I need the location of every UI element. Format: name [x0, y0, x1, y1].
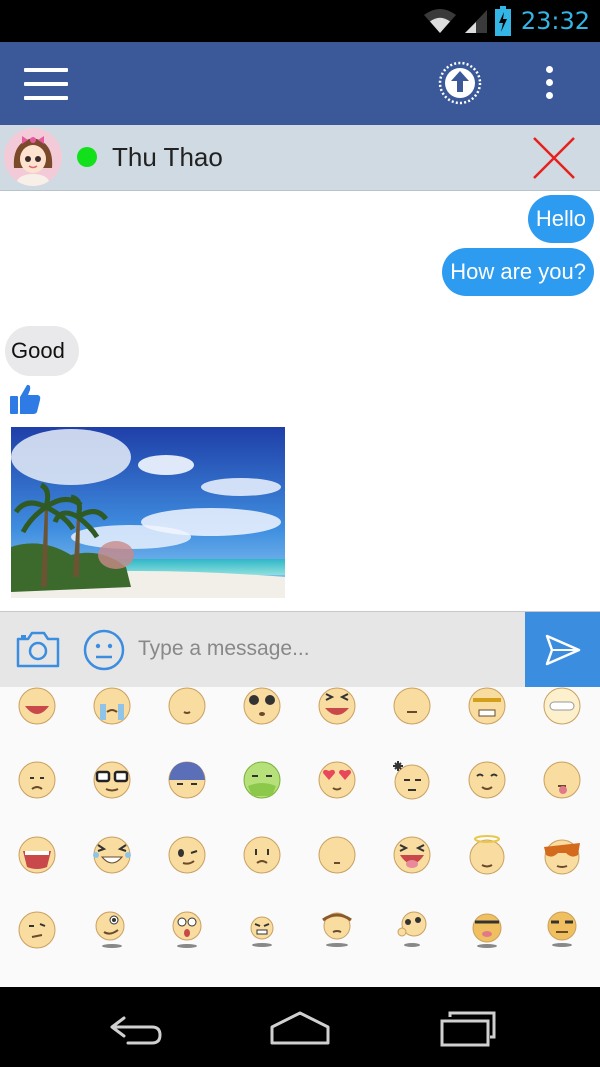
smiley-icon[interactable]: [83, 629, 125, 671]
heart-eyes-emoji-icon[interactable]: [317, 760, 357, 800]
overflow-menu-icon[interactable]: [538, 66, 560, 102]
hamburger-icon[interactable]: [24, 68, 68, 102]
incoming-message: Good: [5, 326, 79, 376]
smile-emoji-icon[interactable]: [467, 760, 507, 800]
frown-emoji-icon[interactable]: [242, 835, 282, 875]
cell-signal-icon: [464, 10, 487, 33]
outgoing-message: Hello: [527, 195, 594, 243]
online-status-dot: [77, 147, 97, 167]
angry-vein-emoji-icon[interactable]: [392, 760, 432, 800]
back-icon[interactable]: [104, 1007, 168, 1047]
angel-emoji-icon[interactable]: [467, 835, 507, 875]
send-button[interactable]: [525, 612, 600, 687]
recent-apps-icon[interactable]: [436, 1007, 500, 1047]
status-icons: 23:32: [423, 4, 590, 38]
upload-circle-icon[interactable]: [438, 61, 482, 105]
thinking-emoji-icon[interactable]: [392, 910, 432, 950]
avatar-illustration: [4, 128, 62, 186]
beach-photo[interactable]: [11, 427, 285, 598]
cool-sunglasses-emoji-icon[interactable]: [542, 835, 582, 875]
neutral-emoji-icon[interactable]: [392, 687, 432, 726]
pouting-emoji-icon[interactable]: [317, 910, 357, 950]
grinning-teeth-emoji-icon[interactable]: [542, 687, 582, 726]
system-nav-bar: [0, 987, 600, 1067]
send-icon: [545, 634, 581, 666]
pointing-emoji-icon[interactable]: [92, 910, 132, 950]
crying-emoji-icon[interactable]: [92, 687, 132, 726]
contact-avatar[interactable]: [4, 128, 62, 186]
laughing-emoji-icon[interactable]: [17, 687, 57, 726]
surprised-emoji-icon[interactable]: [242, 687, 282, 726]
grumpy-emoji-icon[interactable]: [242, 910, 282, 950]
tired-emoji-icon[interactable]: [467, 910, 507, 950]
squinting-laugh-emoji-icon[interactable]: [317, 687, 357, 726]
tongue-laugh-emoji-icon[interactable]: [392, 835, 432, 875]
confused-emoji-icon[interactable]: [17, 910, 57, 950]
wink-emoji-icon[interactable]: [167, 835, 207, 875]
status-bar: 23:32: [0, 0, 600, 42]
scared-emoji-icon[interactable]: [167, 910, 207, 950]
contact-name: Thu Thao: [112, 142, 223, 172]
message-composer: [0, 611, 600, 687]
nerd-glasses-emoji-icon[interactable]: [92, 760, 132, 800]
home-icon[interactable]: [268, 1007, 332, 1047]
unamused-emoji-icon[interactable]: [542, 910, 582, 950]
chat-header: Thu Thao: [0, 125, 600, 191]
message-list[interactable]: Hello How are you? Good: [0, 191, 600, 611]
tears-of-joy-emoji-icon[interactable]: [92, 835, 132, 875]
status-time: 23:32: [520, 7, 590, 35]
app-bar: [0, 42, 600, 125]
close-icon[interactable]: [530, 134, 578, 182]
shocked-blue-emoji-icon[interactable]: [167, 760, 207, 800]
emoji-panel[interactable]: [0, 687, 600, 987]
thumbs-up-icon: [10, 384, 41, 414]
sick-green-emoji-icon[interactable]: [242, 760, 282, 800]
big-laugh-emoji-icon[interactable]: [17, 835, 57, 875]
annoyed-emoji-icon[interactable]: [467, 687, 507, 726]
battery-charging-icon: [494, 6, 511, 36]
sleepy-emoji-icon[interactable]: [167, 687, 207, 726]
tongue-out-emoji-icon[interactable]: [542, 760, 582, 800]
sad-emoji-icon[interactable]: [17, 760, 57, 800]
message-input[interactable]: [138, 626, 518, 672]
blank-emoji-icon[interactable]: [317, 835, 357, 875]
camera-icon[interactable]: [15, 629, 61, 669]
wifi-icon: [423, 9, 456, 33]
outgoing-message: How are you?: [442, 248, 594, 296]
